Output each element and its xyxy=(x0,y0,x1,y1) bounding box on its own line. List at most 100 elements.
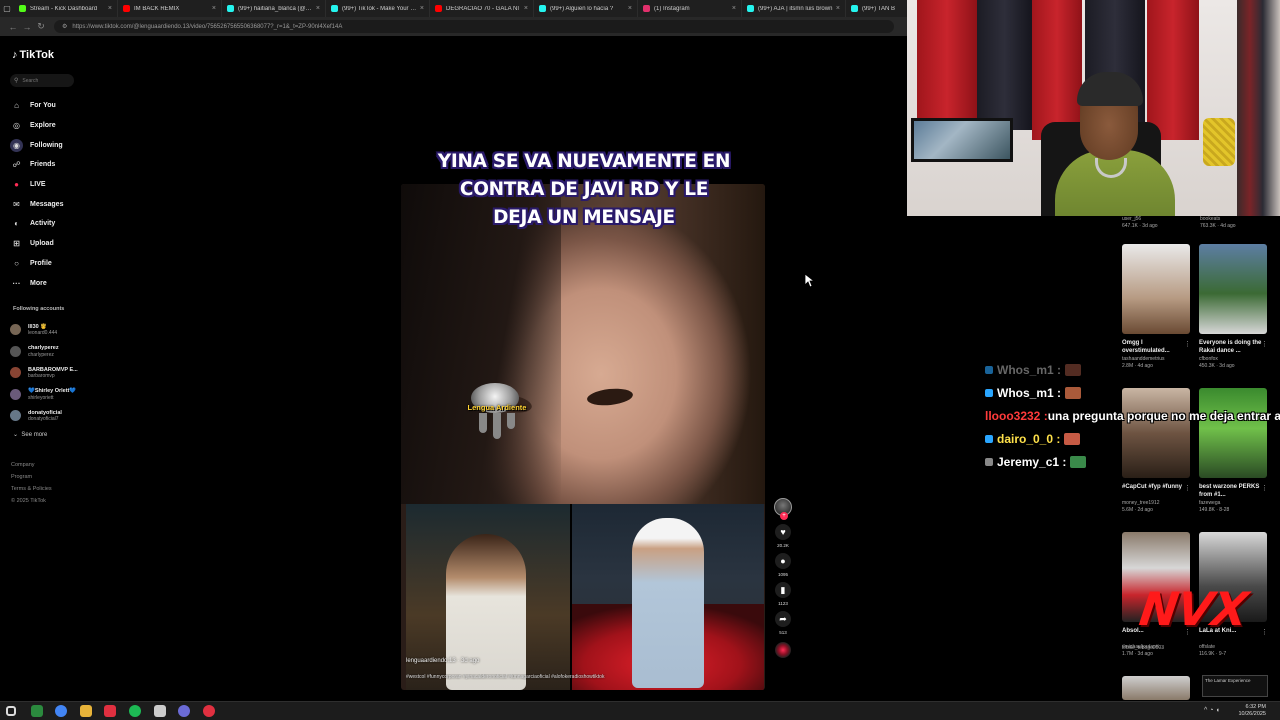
following-account[interactable]: lll30 🤴 leonard0.444 xyxy=(10,319,106,341)
thumb-user: bookeats xyxy=(1200,216,1221,222)
creator-avatar[interactable]: + xyxy=(774,498,792,520)
app-red-icon[interactable] xyxy=(104,705,117,717)
save-count: 1123 xyxy=(778,601,788,606)
like-button[interactable]: ♥ 20.2K xyxy=(772,524,794,549)
home-icon: ⌂ xyxy=(14,101,19,111)
tab-close-icon[interactable]: × xyxy=(212,5,216,12)
recommended-title[interactable]: Everyone is doing the Rakai dance ... xyxy=(1199,340,1267,355)
following-account[interactable]: donatyoficial donatyoficial7 xyxy=(10,405,106,427)
browser-tab[interactable]: DEGRACIAO 70 - GALA NI × xyxy=(430,0,534,17)
back-icon[interactable]: ← xyxy=(6,22,20,32)
thumb-user: user_j56 xyxy=(1122,216,1142,222)
footer-link[interactable]: Company xyxy=(11,459,52,471)
recommended-thumbnail[interactable] xyxy=(1199,244,1267,334)
nav-item-friends[interactable]: ☍ Friends xyxy=(10,155,102,175)
file-explorer-icon[interactable] xyxy=(79,705,92,717)
recommended-stats: 149.8K · 8-28 xyxy=(1199,506,1230,513)
browser-tab[interactable]: (99+) Alguien lo hacía ? × xyxy=(534,0,638,17)
nav-item-upload[interactable]: ⊞ Upload xyxy=(10,234,102,254)
chat-username[interactable]: Jeremy_c1 : xyxy=(997,455,1066,469)
tab-close-icon[interactable]: × xyxy=(732,5,736,12)
video-hashtags[interactable]: #westcol #funnycorporan #yinacalderonofi… xyxy=(406,674,760,680)
nav-item-explore[interactable]: ◎ Explore xyxy=(10,116,102,136)
lamar-experience-tile[interactable]: The Lamar Experience xyxy=(1202,675,1268,697)
person-left xyxy=(446,534,526,690)
friends-icon: ☍ xyxy=(12,160,21,170)
feather-icon[interactable] xyxy=(153,705,166,717)
chat-username[interactable]: llooo3232 : xyxy=(985,409,1048,423)
comment-button[interactable]: ● 1095 xyxy=(772,553,794,578)
chrome-icon[interactable] xyxy=(55,705,68,717)
webcam-feed xyxy=(907,0,1280,216)
tab-close-icon[interactable]: × xyxy=(316,5,320,12)
following-account[interactable]: charlyperez charlyperez xyxy=(10,341,106,363)
browser-tab[interactable]: IM BACK REMIX × xyxy=(118,0,222,17)
search-input[interactable]: ⚲ Search xyxy=(10,74,74,87)
browser-tab[interactable]: (99+) haitiana_blanca (@her × xyxy=(222,0,326,17)
tab-close-icon[interactable]: × xyxy=(420,5,424,12)
obs-icon[interactable] xyxy=(178,705,191,717)
tab-close-icon[interactable]: × xyxy=(628,5,632,12)
windows-start-icon[interactable] xyxy=(6,706,16,716)
recommended-user: letsile_tebogo2003 xyxy=(1122,645,1164,651)
nav-item-following[interactable]: ◉ Following xyxy=(10,135,102,155)
chat-emote-icon xyxy=(1065,363,1082,376)
tab-search-icon[interactable]: ▢ xyxy=(0,0,14,17)
recommended-title[interactable]: best warzone PERKS from #1... xyxy=(1199,484,1267,499)
avatar xyxy=(10,410,21,422)
video-username[interactable]: lenguaardiendo.13 · 3d ago xyxy=(406,658,479,664)
following-account[interactable]: 💙Shirley Orlett💙 shirleyoriett xyxy=(10,384,106,406)
clock[interactable]: 6:32 PM 10/26/2025 xyxy=(1238,704,1266,718)
tab-favicon-icon xyxy=(435,5,442,12)
recommended-title[interactable]: Omgg I overstimulated... xyxy=(1122,340,1190,355)
forward-icon[interactable]: → xyxy=(20,22,34,32)
browser-tab[interactable]: (99+) TikTok - Make Your Da × xyxy=(326,0,430,17)
recommended-thumbnail[interactable] xyxy=(1122,244,1190,334)
nav-item-live[interactable]: ● LIVE xyxy=(10,175,102,195)
tab-close-icon[interactable]: × xyxy=(108,5,112,12)
reload-icon[interactable]: ↻ xyxy=(34,21,48,32)
browser-tab[interactable]: (99+) TAN B× xyxy=(846,0,907,17)
nav-item-messages[interactable]: ✉ Messages xyxy=(10,194,102,214)
comment-count: 1095 xyxy=(777,572,788,577)
nav-item-for-you[interactable]: ⌂ For You xyxy=(10,96,102,116)
volume-icon[interactable]: ◖ xyxy=(1216,707,1222,714)
spotify-icon[interactable] xyxy=(129,705,141,717)
nav-item-profile[interactable]: ○ Profile xyxy=(10,254,102,274)
recommended-thumbnail[interactable] xyxy=(1122,676,1190,700)
chat-emote-icon xyxy=(1070,455,1087,468)
browser-tab[interactable]: (99+) AJÁ | itsmn luis brown × xyxy=(742,0,846,17)
sound-disc-icon[interactable] xyxy=(775,642,791,658)
url-field[interactable]: ⚙ https://www.tiktok.com/@lenguaardiendo… xyxy=(54,20,894,33)
follow-plus-icon[interactable]: + xyxy=(780,512,788,520)
record-icon[interactable] xyxy=(202,705,215,717)
clock-date: 10/26/2025 xyxy=(1238,711,1266,717)
chat-username[interactable]: dairo_0_0 : xyxy=(997,432,1060,446)
chat-message: Jeremy_c1 : xyxy=(985,450,1280,473)
site-info-icon[interactable]: ⚙ xyxy=(62,23,67,30)
footer-link[interactable]: Program xyxy=(11,471,52,483)
tab-close-icon[interactable]: × xyxy=(836,5,840,12)
nav-item-more[interactable]: ··· More xyxy=(10,273,102,293)
tiktok-logo[interactable]: ♪ TikTok xyxy=(12,49,54,61)
browser-tab[interactable]: (1) Instagram × xyxy=(638,0,742,17)
chat-username[interactable]: Whos_m1 : xyxy=(997,363,1061,377)
chat-username[interactable]: Whos_m1 : xyxy=(997,386,1061,400)
share-button[interactable]: ➦ 513 xyxy=(772,611,794,636)
nav-item-activity[interactable]: ◐ Activity xyxy=(10,214,102,234)
video-actions: + ♥ 20.2K ● 1095 ▮ 1123 ➦ 513 xyxy=(772,498,794,658)
following-account[interactable]: BARBAROMVP E... barbaromvp xyxy=(10,362,106,384)
account-text: donatyoficial donatyoficial7 xyxy=(28,410,62,423)
live-icon: ● xyxy=(14,180,19,190)
recommended-title[interactable]: #CapCut #fyp #funny xyxy=(1122,484,1190,492)
see-more-button[interactable]: ⌄ See more xyxy=(13,431,47,438)
video-player[interactable]: Lengua Ardiente lenguaardiendo.13 · 3d a… xyxy=(401,184,765,690)
system-tray[interactable]: ^◔◖ xyxy=(1204,707,1222,714)
tab-close-icon[interactable]: × xyxy=(524,5,528,12)
terminal-icon[interactable] xyxy=(30,705,43,717)
account-text: 💙Shirley Orlett💙 shirleyoriett xyxy=(28,388,76,401)
clock-time: 6:32 PM xyxy=(1245,704,1266,710)
save-button[interactable]: ▮ 1123 xyxy=(772,582,794,607)
browser-tab[interactable]: Stream - Kick Dashboard × xyxy=(14,0,118,17)
footer-link[interactable]: Terms & Policies xyxy=(11,483,52,495)
